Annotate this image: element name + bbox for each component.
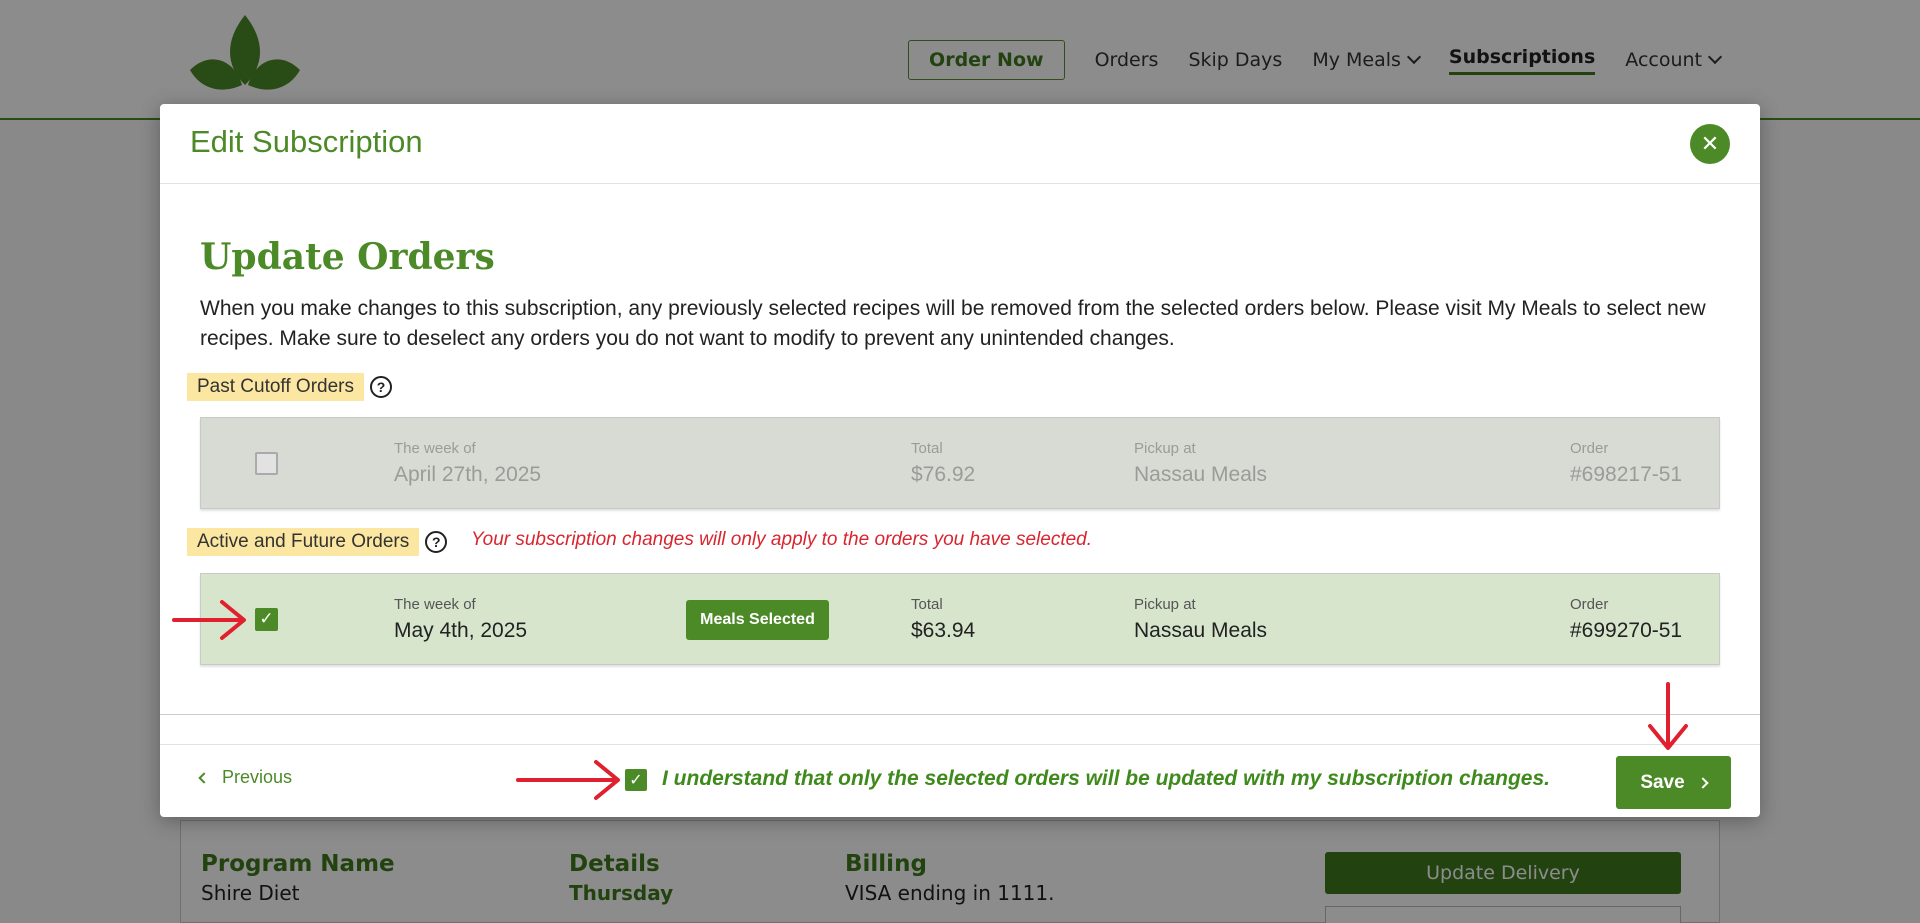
active-total-value: $63.94 [911, 619, 976, 642]
save-label: Save [1640, 771, 1685, 793]
active-week-label: The week of [394, 596, 476, 613]
active-pickup-value: Nassau Meals [1134, 619, 1268, 642]
section-title: Update Orders [200, 236, 495, 278]
active-total-label: Total [911, 596, 943, 613]
arrow-icon [1648, 682, 1688, 750]
past-order-value: #698217-51 [1570, 463, 1683, 486]
checkmark-icon: ✓ [259, 609, 274, 629]
edit-subscription-modal: Edit Subscription ✕ Update Orders When y… [160, 104, 1760, 817]
active-week-field: The week of May 4th, 2025 [394, 596, 527, 643]
active-order-field: Order #699270-51 [1570, 596, 1682, 643]
active-future-label: Active and Future Orders [187, 528, 420, 556]
save-button[interactable]: Save [1616, 756, 1731, 809]
help-icon[interactable]: ? [425, 531, 448, 553]
close-button[interactable]: ✕ [1690, 124, 1730, 164]
past-order-field: Order #698217-51 [1570, 440, 1682, 487]
arrow-icon [172, 600, 246, 640]
past-pickup-label: Pickup at [1134, 440, 1196, 457]
active-order-row[interactable]: ✓ The week of May 4th, 2025 Meals Select… [200, 573, 1720, 665]
past-cutoff-heading: Past Cutoff Orders ? [187, 373, 392, 401]
modal-title: Edit Subscription [190, 124, 423, 159]
past-pickup-field: Pickup at Nassau Meals [1134, 440, 1267, 487]
meals-selected-badge: Meals Selected [686, 600, 829, 640]
past-week-label: The week of [394, 440, 476, 457]
previous-button[interactable]: Previous [198, 767, 293, 788]
modal-body-divider [160, 714, 1760, 715]
past-total-field: Total $76.92 [911, 440, 975, 487]
acknowledge-checkbox[interactable]: ✓ [625, 769, 647, 791]
chevron-right-icon [1697, 776, 1709, 789]
modal-footer: Previous ✓ I understand that only the se… [160, 744, 1760, 817]
intro-text: When you make changes to this subscripti… [200, 297, 1706, 350]
active-order-checkbox[interactable]: ✓ [255, 608, 278, 631]
close-icon: ✕ [1700, 131, 1720, 157]
past-total-value: $76.92 [911, 463, 976, 486]
active-week-value: May 4th, 2025 [394, 619, 528, 642]
active-total-field: Total $63.94 [911, 596, 975, 643]
acknowledge-text[interactable]: I understand that only the selected orde… [662, 767, 1550, 791]
active-pickup-field: Pickup at Nassau Meals [1134, 596, 1267, 643]
selection-notice: Your subscription changes will only appl… [471, 529, 1093, 550]
past-week-value: April 27th, 2025 [394, 463, 542, 486]
active-order-label: Order [1570, 596, 1609, 613]
active-order-value: #699270-51 [1570, 619, 1683, 642]
past-order-checkbox [255, 452, 278, 475]
past-week-field: The week of April 27th, 2025 [394, 440, 541, 487]
chevron-left-icon [198, 771, 210, 784]
active-future-heading: Active and Future Orders ? [187, 528, 448, 556]
arrow-icon [516, 760, 620, 800]
past-cutoff-label: Past Cutoff Orders [187, 373, 364, 401]
past-total-label: Total [911, 440, 943, 457]
active-pickup-label: Pickup at [1134, 596, 1196, 613]
past-order-label: Order [1570, 440, 1609, 457]
checkmark-icon: ✓ [629, 770, 643, 789]
previous-label: Previous [222, 767, 293, 787]
modal-header: Edit Subscription ✕ [160, 104, 1760, 184]
past-pickup-value: Nassau Meals [1134, 463, 1268, 486]
past-order-row: The week of April 27th, 2025 Total $76.9… [200, 417, 1720, 509]
help-icon[interactable]: ? [370, 376, 392, 398]
